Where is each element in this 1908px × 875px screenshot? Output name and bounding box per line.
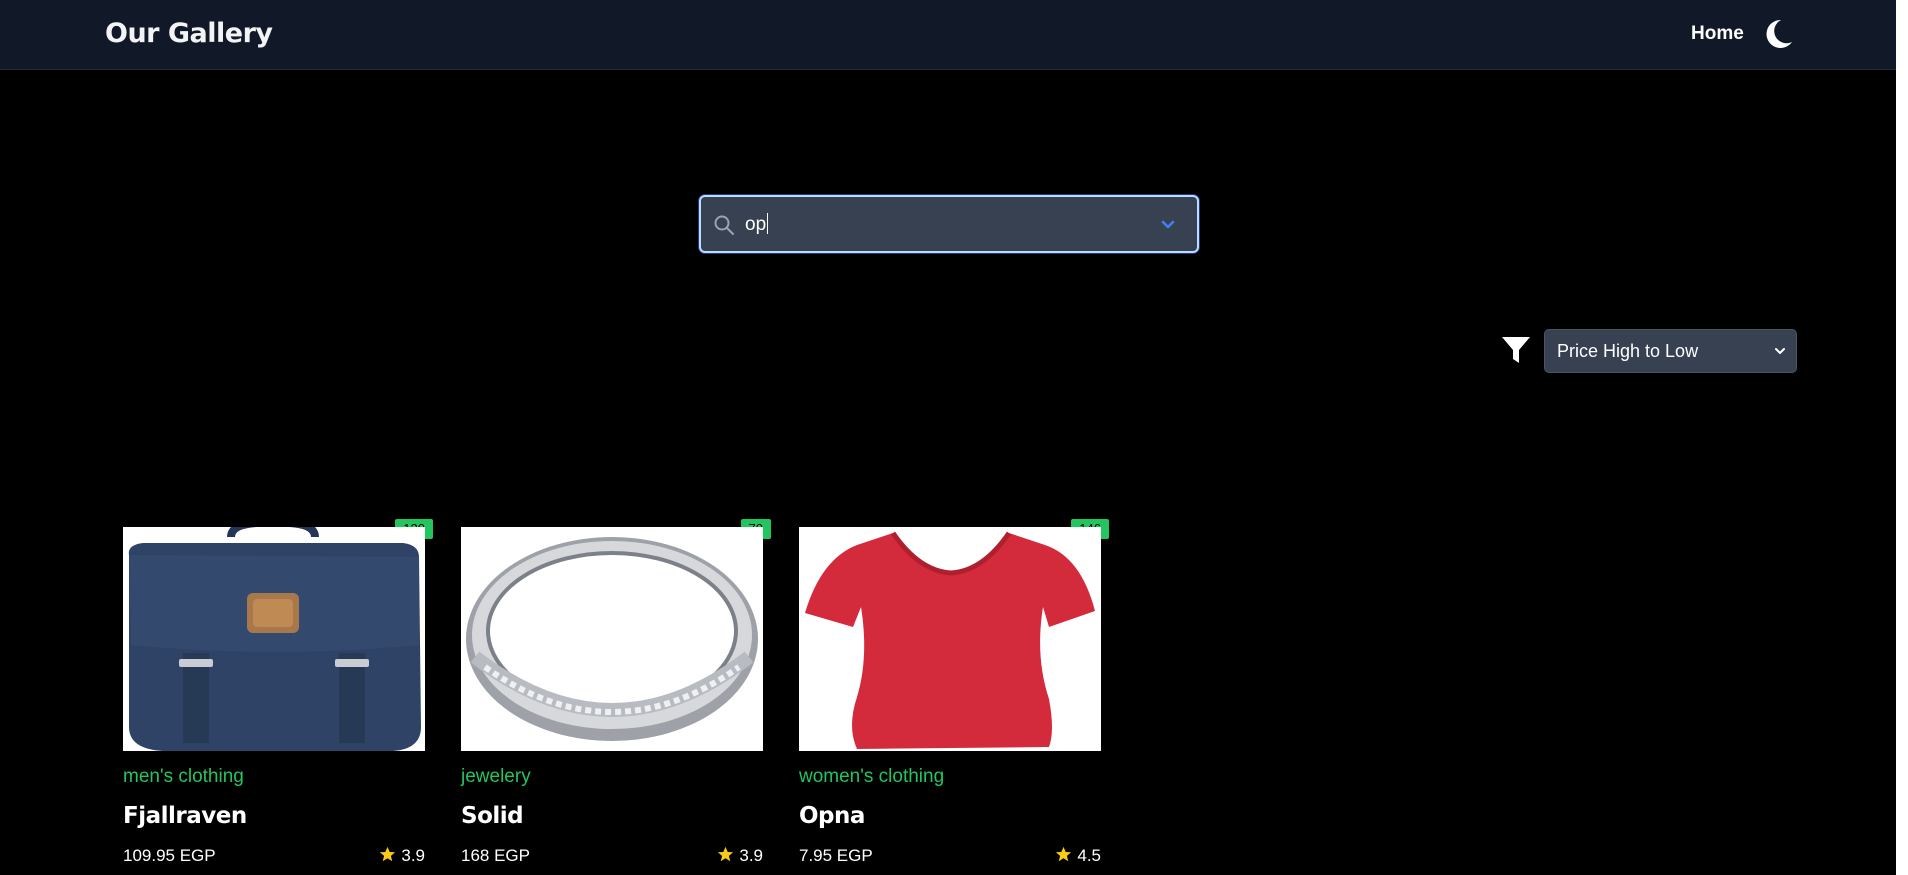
product-category: men's clothing: [123, 766, 244, 787]
product-category: jewelery: [461, 766, 531, 787]
product-title[interactable]: Fjallraven: [123, 803, 247, 829]
page-scrollbar[interactable]: [1896, 0, 1908, 875]
product-title[interactable]: Solid: [461, 803, 524, 829]
product-price: 168 EGP: [461, 846, 530, 865]
sort-select[interactable]: Price High to Low: [1544, 329, 1797, 373]
product-price: 109.95 EGP: [123, 846, 216, 865]
brand-title[interactable]: Our Gallery: [105, 18, 273, 49]
star-icon: [380, 846, 396, 862]
product-rating: 3.9: [379, 846, 425, 866]
ring-image: [461, 527, 763, 751]
tshirt-image: [799, 527, 1101, 751]
product-card[interactable]: 70 jewelery Solid 168 EGP 3.9: [461, 519, 771, 875]
backpack-image: [123, 527, 425, 751]
product-category: women's clothing: [799, 766, 945, 787]
product-price: 7.95 EGP: [799, 846, 873, 865]
product-title[interactable]: Opna: [799, 803, 865, 829]
chevron-down-icon: [1775, 348, 1785, 354]
product-image[interactable]: [799, 527, 1101, 751]
star-icon: [1056, 846, 1072, 862]
search-icon: [714, 215, 734, 235]
product-card[interactable]: 146 women's clothing Opna 7.95 EGP 4.5: [799, 519, 1109, 875]
rating-value: 3.9: [739, 846, 763, 865]
product-card[interactable]: 120 men's clothing Fjallraven 109.95 EGP…: [123, 519, 433, 875]
filter-icon: [1502, 337, 1530, 363]
search-input[interactable]: op: [745, 213, 768, 236]
top-navbar: Our Gallery Home: [0, 0, 1908, 70]
rating-value: 4.5: [1077, 846, 1101, 865]
sort-selected-value: Price High to Low: [1557, 341, 1699, 361]
star-icon: [718, 846, 734, 862]
rating-value: 3.9: [401, 846, 425, 865]
moon-icon[interactable]: [1764, 18, 1794, 50]
product-image[interactable]: [461, 527, 763, 751]
product-rating: 4.5: [1055, 846, 1101, 866]
product-image[interactable]: [123, 527, 425, 751]
chevron-down-icon[interactable]: [1161, 218, 1175, 232]
product-rating: 3.9: [717, 846, 763, 866]
search-combobox[interactable]: op: [699, 195, 1199, 253]
nav-home-link[interactable]: Home: [1691, 23, 1744, 45]
